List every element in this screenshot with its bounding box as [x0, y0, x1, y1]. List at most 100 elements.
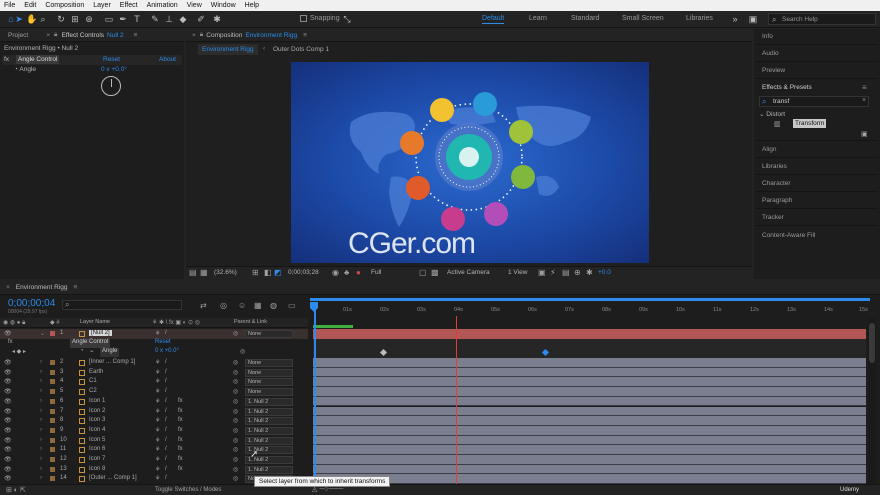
- label-color-swatch[interactable]: [50, 360, 55, 365]
- quality-switch-icon[interactable]: /: [165, 475, 167, 481]
- parent-dropdown[interactable]: None: [245, 359, 293, 367]
- effect-sub-reset[interactable]: Reset: [155, 339, 171, 345]
- chevron-right-icon[interactable]: ›: [40, 456, 42, 462]
- label-color-swatch[interactable]: [50, 398, 55, 404]
- rectangle-tool-icon[interactable]: ▭: [104, 14, 114, 24]
- layer-row[interactable]: 👁︎ › 7 Icon 2 ⚘ / fx ◎ 1. Null 2: [0, 407, 308, 417]
- effect-sub-value[interactable]: 0 x +0.0°: [155, 348, 179, 354]
- parent-dropdown[interactable]: None: [245, 368, 293, 377]
- distort-category[interactable]: ⌄ Distort: [759, 110, 785, 118]
- shy-switch-icon[interactable]: ⚘: [155, 466, 160, 473]
- pickwhip-icon[interactable]: ◎: [233, 369, 238, 376]
- fx-switch-icon[interactable]: fx: [178, 427, 183, 433]
- character-panel-title[interactable]: Character: [762, 180, 791, 187]
- expression-pickwhip-icon[interactable]: ◎: [240, 348, 245, 355]
- pickwhip-icon[interactable]: ◎: [233, 388, 238, 395]
- shy-switch-icon[interactable]: ⚘: [155, 378, 160, 385]
- quality-switch-icon[interactable]: /: [165, 398, 167, 404]
- shy-switch-icon[interactable]: ⚘: [155, 408, 160, 415]
- label-color-swatch[interactable]: [50, 427, 55, 433]
- label-color-swatch[interactable]: [50, 437, 55, 443]
- eye-icon[interactable]: 👁︎: [4, 378, 12, 385]
- layer-name[interactable]: Icon 1: [89, 398, 105, 404]
- rotate-tool-icon[interactable]: ↻: [56, 14, 66, 24]
- pan-behind-tool-icon[interactable]: ⊛: [84, 14, 94, 24]
- current-time-indicator[interactable]: [314, 306, 316, 486]
- quality-switch-icon[interactable]: /: [165, 330, 167, 336]
- pickwhip-icon[interactable]: ◎: [233, 378, 238, 385]
- preview-icon[interactable]: ▤: [189, 268, 197, 277]
- layer-duration-bar[interactable]: [313, 464, 866, 475]
- frame-blending-icon[interactable]: ▦: [254, 301, 262, 310]
- pickwhip-icon[interactable]: ◎: [233, 330, 238, 337]
- parent-dropdown[interactable]: None: [245, 378, 293, 387]
- chevron-right-icon[interactable]: ›: [40, 466, 42, 472]
- fx-switch-icon[interactable]: fx: [178, 456, 183, 462]
- layer-duration-bar[interactable]: [313, 455, 866, 465]
- tab-project[interactable]: Project: [8, 32, 28, 39]
- fx-switch-icon[interactable]: fx: [178, 446, 183, 452]
- layer-duration-bar[interactable]: [313, 425, 866, 436]
- graph-editor-icon[interactable]: ▭: [288, 301, 296, 310]
- expand-collapse-icon[interactable]: ⊞ ◐ ⇱: [6, 486, 26, 494]
- panel-menu-icon[interactable]: ≡: [303, 32, 307, 39]
- chevron-right-icon[interactable]: ⌄: [40, 330, 45, 337]
- clear-search-icon[interactable]: ×: [862, 97, 866, 104]
- resolution-dropdown[interactable]: Full: [371, 269, 381, 276]
- shy-switch-icon[interactable]: ⚘: [155, 359, 160, 366]
- pickwhip-icon[interactable]: ◎: [233, 456, 238, 463]
- magnification-dropdown[interactable]: (32.6%): [214, 269, 237, 276]
- pickwhip-icon[interactable]: ◎: [233, 427, 238, 434]
- chevron-right-icon[interactable]: ›: [40, 446, 42, 452]
- align-panel-title[interactable]: Align: [762, 146, 776, 153]
- layer-row[interactable]: 👁︎ › 2 [Inner ... Comp 1] ⚘ / ◎ None: [0, 358, 308, 368]
- menu-effect[interactable]: Effect: [120, 2, 138, 9]
- timeline-tab[interactable]: Environment Rigg: [16, 284, 68, 291]
- quality-switch-icon[interactable]: /: [165, 446, 167, 452]
- timeline-search-field[interactable]: ⌕: [62, 300, 182, 310]
- new-preset-icon[interactable]: ▣: [861, 130, 868, 138]
- layer-row[interactable]: 👁︎ › 3 Earth ⚘ / ◎ None: [0, 368, 308, 378]
- comp-subtab-outer-dots[interactable]: Outer Dots Comp 1: [273, 46, 329, 53]
- close-icon[interactable]: ×: [46, 32, 50, 39]
- layer-duration-bar[interactable]: [313, 435, 866, 446]
- search-help-box[interactable]: ⌕ Search Help: [768, 13, 876, 25]
- parent-dropdown[interactable]: 1. Null 2: [245, 436, 293, 445]
- pickwhip-icon[interactable]: ◎: [233, 408, 238, 415]
- mask-icon[interactable]: ◧: [264, 268, 272, 277]
- menu-file[interactable]: File: [4, 2, 15, 9]
- workspace-standard[interactable]: Standard: [571, 15, 599, 22]
- effect-sub-name[interactable]: Angle Control: [70, 339, 111, 348]
- keyframe-nav-icon[interactable]: ◂ ◆ ▸: [12, 348, 26, 355]
- quality-switch-icon[interactable]: /: [165, 359, 167, 365]
- effect-name[interactable]: Angle Control: [16, 55, 60, 64]
- eye-icon[interactable]: 👁︎: [4, 466, 12, 473]
- layer-row[interactable]: 👁︎ › 8 Icon 3 ⚘ / fx ◎ 1. Null 2: [0, 416, 308, 426]
- quality-switch-icon[interactable]: /: [165, 427, 167, 433]
- layer-name[interactable]: Icon 5: [89, 437, 105, 443]
- parent-dropdown[interactable]: 1. Null 2: [245, 407, 293, 416]
- layer-row[interactable]: 👁︎ › 10 Icon 5 ⚘ / fx ◎ 1. Null 2: [0, 436, 308, 446]
- audio-panel-title[interactable]: Audio: [762, 50, 779, 57]
- chevron-right-icon[interactable]: ›: [40, 475, 42, 481]
- label-color-swatch[interactable]: [50, 389, 55, 395]
- timeline-vertical-scrollbar[interactable]: [868, 318, 876, 483]
- quality-switch-icon[interactable]: /: [165, 378, 167, 384]
- layer-row[interactable]: 👁︎ › 6 Icon 1 ⚘ / fx ◎ 1. Null 2: [0, 397, 308, 407]
- parent-dropdown[interactable]: 1. Null 2: [245, 465, 293, 474]
- type-tool-icon[interactable]: T: [132, 14, 142, 24]
- fx-icon[interactable]: fx: [4, 56, 9, 63]
- parent-dropdown[interactable]: 1. Null 2: [245, 426, 293, 435]
- eye-icon[interactable]: 👁︎: [4, 475, 12, 482]
- layer-duration-bar[interactable]: [313, 445, 866, 455]
- close-icon[interactable]: ×: [192, 32, 196, 39]
- eye-icon[interactable]: 👁︎: [4, 437, 12, 444]
- reset-link[interactable]: Reset: [103, 56, 120, 63]
- transparency-grid-icon[interactable]: ▩: [431, 268, 439, 277]
- zoom-tool-icon[interactable]: ⌕: [38, 14, 48, 24]
- camera-tool-icon[interactable]: ⊞: [70, 14, 80, 24]
- null-layer-bar[interactable]: [313, 329, 866, 339]
- shy-switch-icon[interactable]: ⚘: [155, 398, 160, 405]
- pixel-aspect-icon[interactable]: ▣: [538, 268, 546, 277]
- roto-brush-tool-icon[interactable]: ✐: [196, 14, 206, 24]
